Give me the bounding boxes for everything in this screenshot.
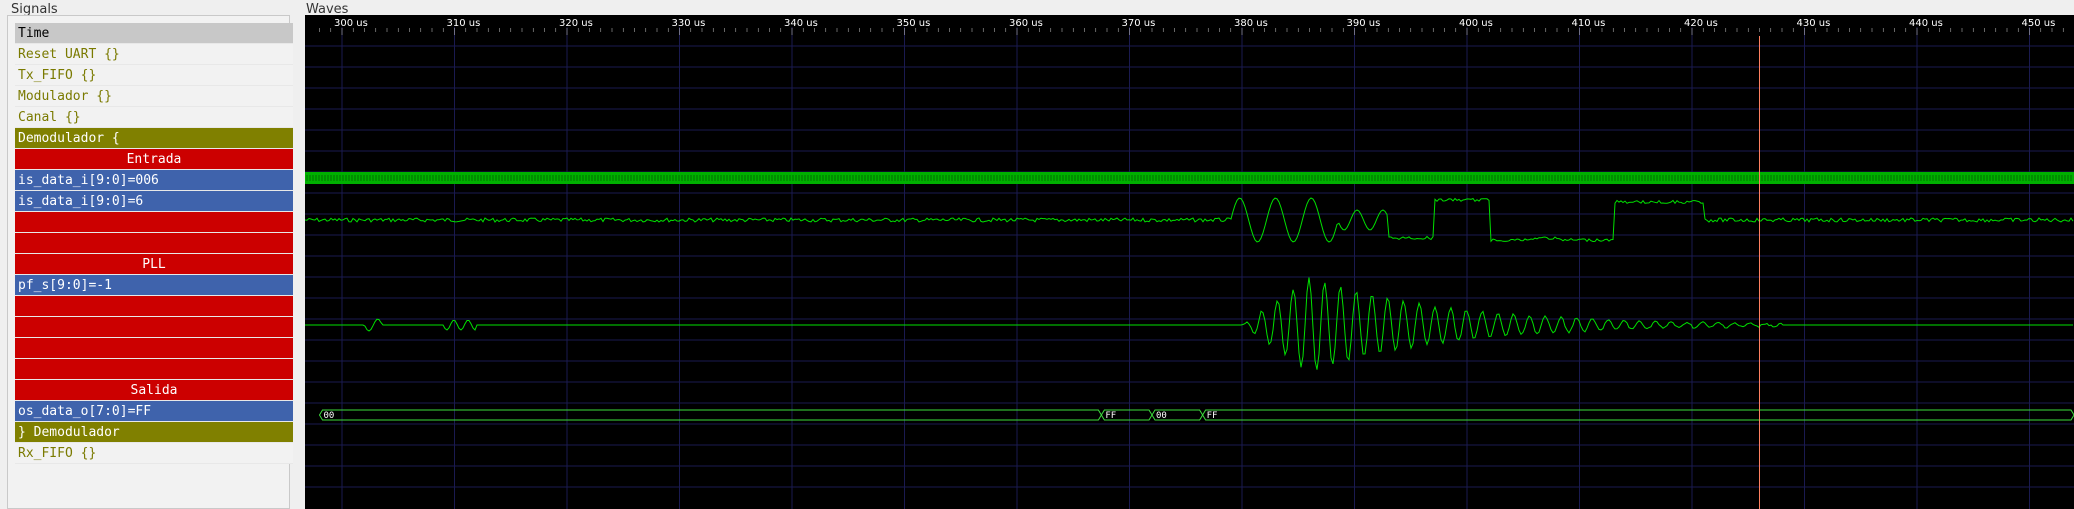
time-tick-label: 390 us xyxy=(1347,18,1381,29)
signal-row[interactable]: Time xyxy=(15,23,293,44)
time-tick-label: 310 us xyxy=(447,18,481,29)
bus-value-label: FF xyxy=(1207,411,1218,421)
signal-row[interactable]: Tx_FIFO {} xyxy=(15,65,293,86)
signal-row[interactable]: } Demodulador xyxy=(15,422,293,443)
signal-row[interactable]: Canal {} xyxy=(15,107,293,128)
time-tick-label: 350 us xyxy=(897,18,931,29)
time-tick-label: 410 us xyxy=(1572,18,1606,29)
signal-row-empty[interactable] xyxy=(15,338,293,359)
signal-row-empty[interactable] xyxy=(15,359,293,380)
signal-row-empty[interactable] xyxy=(15,317,293,338)
time-tick-label: 450 us xyxy=(2022,18,2056,29)
bus-segment xyxy=(1202,409,2074,421)
signals-panel: Time Reset UART {} Tx_FIFO {} Modulador {} C… xyxy=(7,15,293,509)
time-tick-label: 320 us xyxy=(559,18,593,29)
signal-row-empty[interactable] xyxy=(15,296,293,317)
signal-row[interactable]: Demodulador { xyxy=(15,128,293,149)
time-tick-label: 430 us xyxy=(1797,18,1831,29)
signal-row[interactable]: Modulador {} xyxy=(15,86,293,107)
signal-row[interactable]: Rx_FIFO {} xyxy=(15,443,293,464)
bus-value-label: 00 xyxy=(324,411,335,421)
time-tick-label: 380 us xyxy=(1234,18,1268,29)
signal-row[interactable]: Reset UART {} xyxy=(15,44,293,65)
signal-row[interactable]: is_data_i[9:0]=006 xyxy=(15,170,293,191)
time-tick-label: 360 us xyxy=(1009,18,1043,29)
analog-wave-pf-s xyxy=(305,277,2073,370)
bus-value-label: 00 xyxy=(1156,411,1167,421)
signal-row[interactable]: os_data_o[7:0]=FF xyxy=(15,401,293,422)
waveform-canvas[interactable]: 300 us 310 us 320 us 330 us 340 us 350 us 360 … xyxy=(305,15,2074,509)
signal-row-empty[interactable] xyxy=(15,233,293,254)
time-tick-label: 370 us xyxy=(1122,18,1156,29)
waves-panel[interactable]: 300 us 310 us 320 us 330 us 340 us 350 us 360 … xyxy=(305,15,2074,509)
bus-value-label: FF xyxy=(1105,411,1116,421)
time-tick-label: 400 us xyxy=(1459,18,1493,29)
signal-row-empty[interactable] xyxy=(15,212,293,233)
time-tick-label: 300 us xyxy=(334,18,368,29)
signal-row[interactable]: Salida xyxy=(15,380,293,401)
time-tick-label: 420 us xyxy=(1684,18,1718,29)
time-tick-label: 440 us xyxy=(1909,18,1943,29)
time-tick-label: 340 us xyxy=(784,18,818,29)
signal-row[interactable]: Entrada xyxy=(15,149,293,170)
bus-segment xyxy=(318,409,1102,421)
signal-row[interactable]: PLL xyxy=(15,254,293,275)
time-tick-label: 330 us xyxy=(672,18,706,29)
signal-list: Time Reset UART {} Tx_FIFO {} Modulador {} C… xyxy=(15,23,293,464)
signal-row[interactable]: is_data_i[9:0]=6 xyxy=(15,191,293,212)
signal-row[interactable]: pf_s[9:0]=-1 xyxy=(15,275,293,296)
